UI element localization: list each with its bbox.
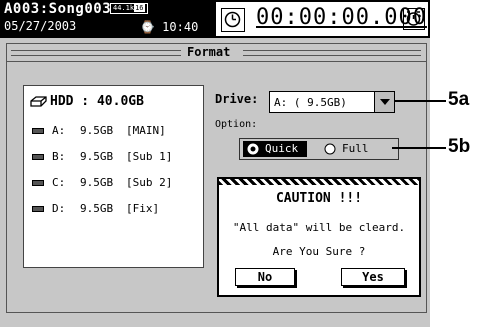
callout-5b: 5b <box>448 136 471 157</box>
title-stripe-right <box>243 50 421 56</box>
song-name: A003:Song003 <box>4 1 112 17</box>
full-radio[interactable]: Full <box>320 141 380 157</box>
partition-name: [Fix] <box>126 202 160 215</box>
timecode-panel: 00:00:00.000 <box>214 0 430 38</box>
radio-selected-icon <box>247 143 259 155</box>
partition-letter: C: <box>52 176 66 189</box>
quick-radio[interactable]: Quick <box>243 141 307 157</box>
sample-rate-badge: 44.1k16 <box>110 3 148 14</box>
partition-letter: B: <box>52 150 66 163</box>
partition-drive-icon <box>32 154 44 160</box>
callout-line-5b <box>392 147 446 149</box>
song-date: 05/27/2003 <box>4 19 77 33</box>
partition-drive-icon <box>32 180 44 186</box>
song-time: ⌚ 10:40 <box>140 20 199 34</box>
title-bar: Format <box>7 44 426 62</box>
partition-name: [MAIN] <box>126 124 166 137</box>
caution-title: CAUTION !!! <box>275 191 363 206</box>
drive-select-value: A: ( 9.5GB) <box>274 96 347 109</box>
drive-select[interactable]: A: ( 9.5GB) <box>269 91 395 113</box>
timecode-display: 00:00:00.000 <box>256 5 427 30</box>
quick-label: Quick <box>265 142 299 155</box>
partition-letter: A: <box>52 124 66 137</box>
partition-name: [Sub 2] <box>126 176 173 189</box>
partition-size: 9.5GB <box>80 202 114 215</box>
yes-button[interactable]: Yes <box>341 268 405 286</box>
option-label: Option: <box>215 119 258 130</box>
partition-size: 9.5GB <box>80 124 114 137</box>
full-label: Full <box>342 142 369 155</box>
sample-rate-value: 44.1k <box>113 4 135 12</box>
timer-icon[interactable] <box>403 8 425 30</box>
caution-question: Are You Sure ? <box>272 245 366 258</box>
partition-size: 9.5GB <box>80 176 114 189</box>
clock-icon[interactable] <box>221 8 245 32</box>
hdd-icon <box>30 96 47 107</box>
drive-label: Drive: <box>215 92 259 106</box>
window-title: Format <box>187 45 231 59</box>
caution-dialog: CAUTION !!! "All data" will be cleard. A… <box>217 177 421 297</box>
caution-message: "All data" will be cleard. <box>232 221 406 234</box>
lcd-screen: A003:Song003 44.1k16 05/27/2003 ⌚ 10:40 … <box>0 0 430 327</box>
callout-line-5a <box>394 100 446 102</box>
partition-name: [Sub 1] <box>126 150 173 163</box>
partition-drive-icon <box>32 206 44 212</box>
partition-drive-icon <box>32 128 44 134</box>
bit-depth-value: 16 <box>134 4 145 12</box>
caution-hatch-bar <box>219 179 419 185</box>
hdd-partition-list: HDD : 40.0GB A: 9.5GB [MAIN] B: 9.5GB [S… <box>23 85 204 268</box>
chevron-down-icon[interactable] <box>374 92 394 112</box>
option-radio-group: Quick Full <box>239 138 399 160</box>
title-stripe-left <box>11 50 181 56</box>
partition-size: 9.5GB <box>80 150 114 163</box>
song-info-panel: A003:Song003 44.1k16 05/27/2003 ⌚ 10:40 <box>0 0 214 38</box>
partition-letter: D: <box>52 202 66 215</box>
callout-5a: 5a <box>448 89 470 110</box>
format-window: Format HDD : 40.0GB A: 9.5GB [MAIN] B: 9… <box>6 43 427 313</box>
no-button[interactable]: No <box>235 268 295 286</box>
hdd-capacity-title: HDD : 40.0GB <box>50 94 144 109</box>
radio-unselected-icon <box>324 143 336 155</box>
